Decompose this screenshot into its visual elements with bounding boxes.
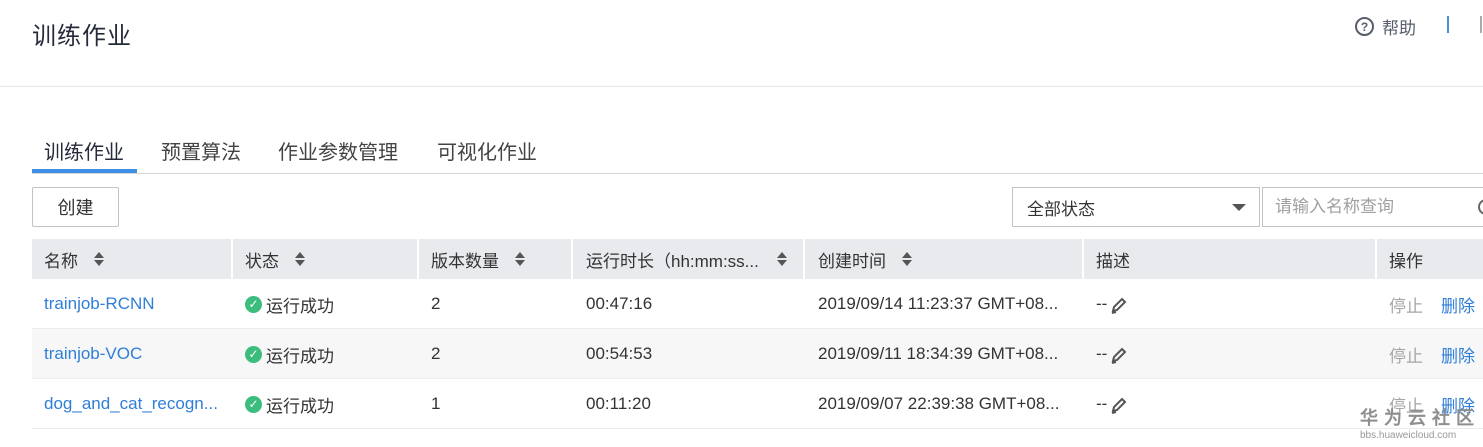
table-row: trainjob-RCNN ✓ 运行成功 2 00:47:16 2019/09/… xyxy=(32,279,1483,329)
tab-bar: 训练作业 预置算法 作业参数管理 可视化作业 xyxy=(32,126,1483,174)
create-button[interactable]: 创建 xyxy=(32,187,119,227)
check-circle-icon: ✓ xyxy=(245,395,262,413)
description-text: -- xyxy=(1096,294,1108,313)
run-duration: 00:54:53 xyxy=(586,344,653,363)
tab-training-jobs[interactable]: 训练作业 xyxy=(44,136,124,165)
status-text: 运行成功 xyxy=(266,396,334,416)
job-name-link[interactable]: trainjob-RCNN xyxy=(44,279,155,329)
search-input[interactable] xyxy=(1275,188,1465,226)
training-jobs-table: 名称 状态 版本数量 运行时长（hh:mm:ss... 创建时间 描述 操作 t… xyxy=(32,239,1483,429)
page-title: 训练作业 xyxy=(32,23,132,50)
description-cell: -- xyxy=(1096,279,1129,329)
column-header-description: 描述 xyxy=(1096,251,1130,271)
watermark-url: bbs.huaweicloud.com xyxy=(1360,430,1457,441)
help-link[interactable]: ? 帮助 xyxy=(1355,14,1416,39)
column-divider xyxy=(417,239,419,279)
pencil-icon[interactable] xyxy=(1109,295,1129,315)
pencil-icon[interactable] xyxy=(1109,345,1129,365)
status-cell: ✓ 运行成功 xyxy=(245,279,334,329)
actions-cell: 停止 删除 xyxy=(1389,279,1475,329)
status-cell: ✓ 运行成功 xyxy=(245,329,334,379)
actions-cell: 停止 删除 xyxy=(1389,329,1475,379)
stop-button[interactable]: 停止 xyxy=(1389,292,1423,317)
run-duration: 00:11:20 xyxy=(586,394,651,413)
column-divider xyxy=(803,239,805,279)
status-cell: ✓ 运行成功 xyxy=(245,379,334,429)
column-header-duration[interactable]: 运行时长（hh:mm:ss... xyxy=(586,239,787,279)
watermark-title: 华为云社区 xyxy=(1360,408,1480,428)
check-circle-icon: ✓ xyxy=(245,295,262,313)
tab-job-parameters[interactable]: 作业参数管理 xyxy=(278,136,398,165)
description-text: -- xyxy=(1096,394,1108,413)
sort-icon[interactable] xyxy=(902,252,912,266)
created-time: 2019/09/14 11:23:37 GMT+08... xyxy=(818,294,1059,313)
header-divider xyxy=(0,86,1483,87)
delete-button[interactable]: 删除 xyxy=(1441,342,1475,367)
column-header-versions[interactable]: 版本数量 xyxy=(431,239,525,279)
watermark: 华为云社区 bbs.huaweicloud.com xyxy=(1360,404,1480,441)
sort-icon[interactable] xyxy=(515,252,525,266)
description-cell: -- xyxy=(1096,329,1129,379)
version-count: 2 xyxy=(431,294,441,313)
check-circle-icon: ✓ xyxy=(245,345,262,363)
run-duration: 00:47:16 xyxy=(586,294,653,313)
question-circle-icon: ? xyxy=(1355,17,1374,36)
column-header-status[interactable]: 状态 xyxy=(245,239,305,279)
column-divider xyxy=(1375,239,1377,279)
tab-preset-algorithms[interactable]: 预置算法 xyxy=(161,136,241,165)
column-divider xyxy=(231,239,233,279)
pencil-icon[interactable] xyxy=(1109,395,1129,415)
created-time: 2019/09/07 22:39:38 GMT+08... xyxy=(818,394,1060,413)
column-header-actions: 操作 xyxy=(1389,251,1423,271)
status-filter-value: 全部状态 xyxy=(1027,199,1095,219)
version-count: 2 xyxy=(431,344,441,363)
job-name-link[interactable]: dog_and_cat_recogn... xyxy=(44,379,218,429)
column-header-created[interactable]: 创建时间 xyxy=(818,239,912,279)
tab-visualization-jobs[interactable]: 可视化作业 xyxy=(437,136,537,165)
description-cell: -- xyxy=(1096,379,1129,429)
sort-icon[interactable] xyxy=(776,252,787,266)
status-filter-select[interactable]: 全部状态 xyxy=(1012,187,1260,227)
description-text: -- xyxy=(1096,344,1108,363)
table-row: dog_and_cat_recogn... ✓ 运行成功 1 00:11:20 … xyxy=(32,379,1483,429)
column-header-name[interactable]: 名称 xyxy=(44,239,104,279)
stop-button[interactable]: 停止 xyxy=(1389,342,1423,367)
sort-icon[interactable] xyxy=(295,252,305,266)
status-text: 运行成功 xyxy=(266,346,334,366)
job-name-link[interactable]: trainjob-VOC xyxy=(44,329,142,379)
version-count: 1 xyxy=(431,394,441,413)
sort-icon[interactable] xyxy=(94,252,104,266)
table-row: trainjob-VOC ✓ 运行成功 2 00:54:53 2019/09/1… xyxy=(32,329,1483,379)
column-divider xyxy=(571,239,573,279)
created-time: 2019/09/11 18:34:39 GMT+08... xyxy=(818,344,1059,363)
header-separator xyxy=(1480,16,1482,33)
column-divider xyxy=(1082,239,1084,279)
search-icon[interactable] xyxy=(1478,199,1483,215)
search-box xyxy=(1262,187,1483,227)
status-text: 运行成功 xyxy=(266,296,334,316)
table-header: 名称 状态 版本数量 运行时长（hh:mm:ss... 创建时间 描述 操作 xyxy=(32,239,1483,279)
header-separator xyxy=(1447,16,1449,33)
caret-down-icon xyxy=(1232,204,1246,211)
active-tab-indicator xyxy=(32,169,137,173)
help-label: 帮助 xyxy=(1382,19,1416,38)
delete-button[interactable]: 删除 xyxy=(1441,292,1475,317)
